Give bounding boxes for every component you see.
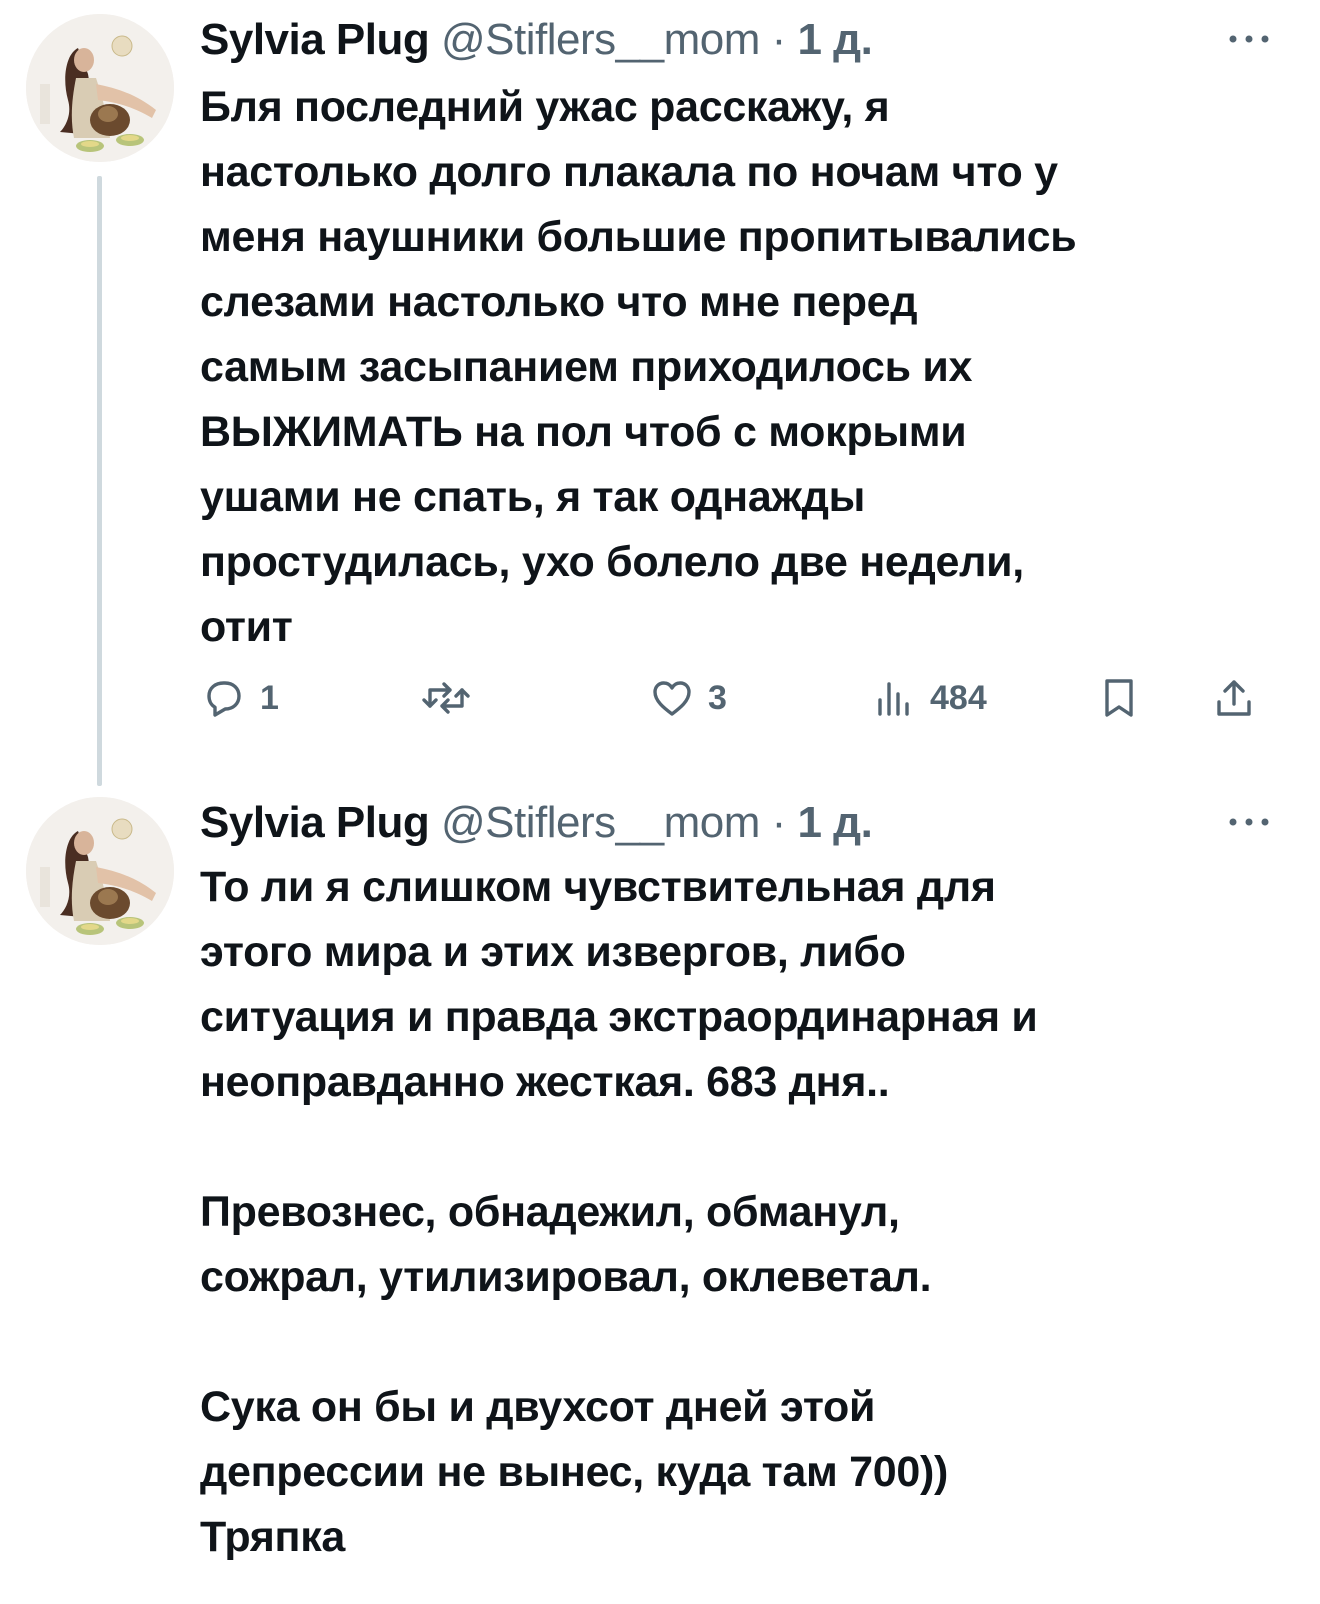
tweet-timestamp[interactable]: 1 д. (797, 15, 872, 64)
thread-connector-line (97, 176, 102, 786)
tweet-timestamp[interactable]: 1 д. (797, 798, 872, 847)
author-handle[interactable]: @Stiflers__mom (441, 15, 760, 64)
tweet-header: Sylvia Plug @Stiflers__mom · 1 д. (200, 12, 873, 68)
share-button[interactable] (1210, 668, 1258, 728)
reply-button[interactable]: 1 (200, 668, 279, 728)
like-count: 3 (708, 678, 727, 717)
retweet-icon (422, 682, 470, 714)
author-name[interactable]: Sylvia Plug (200, 15, 430, 64)
share-icon (1217, 680, 1251, 716)
more-horizontal-icon (1229, 35, 1269, 43)
heart-icon (653, 681, 691, 716)
view-count: 484 (930, 678, 987, 717)
tweet-text: Бля последний ужас расскажу, я настолько… (200, 83, 1077, 651)
bookmark-button[interactable] (1095, 668, 1143, 728)
more-options-button[interactable] (1228, 32, 1270, 44)
more-horizontal-icon (1229, 818, 1269, 826)
avatar[interactable] (26, 14, 174, 162)
author-handle[interactable]: @Stiflers__mom (441, 798, 760, 847)
tweet-text: То ли я слишком чувствительная для этого… (200, 863, 1038, 1561)
header-separator: · (771, 15, 787, 64)
tweet-actions: 1 3 484 (200, 668, 1270, 728)
reply-bubble-icon (207, 681, 241, 717)
tweet[interactable]: Sylvia Plug @Stiflers__mom · 1 д. Бля по… (0, 0, 1320, 790)
like-button[interactable]: 3 (648, 668, 727, 728)
bookmark-icon (1105, 679, 1133, 717)
reply-count: 1 (260, 678, 279, 717)
retweet-button[interactable] (420, 668, 472, 728)
header-separator: · (771, 798, 787, 847)
tweet-header: Sylvia Plug @Stiflers__mom · 1 д. (200, 795, 873, 851)
more-options-button[interactable] (1228, 815, 1270, 827)
author-name[interactable]: Sylvia Plug (200, 798, 430, 847)
tweet[interactable]: Sylvia Plug @Stiflers__mom · 1 д. То ли … (0, 795, 1320, 1604)
avatar[interactable] (26, 797, 174, 945)
bar-chart-icon (878, 682, 909, 716)
views-button[interactable]: 484 (870, 668, 987, 728)
